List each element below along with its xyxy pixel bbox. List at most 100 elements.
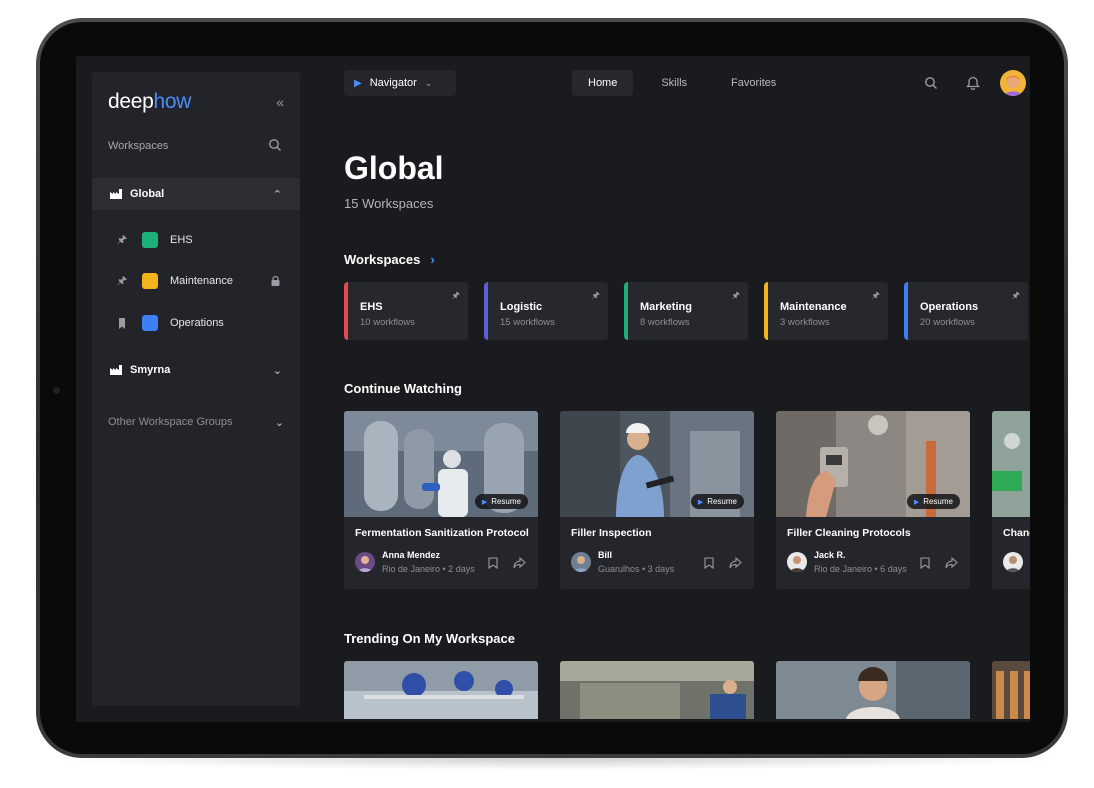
group-global[interactable]: Global ⌃ [92,178,300,210]
chevron-down-icon: ⌄ [272,364,282,377]
avatar [355,552,375,572]
share-icon[interactable] [945,557,958,569]
video-card[interactable]: Changi J R [992,411,1030,589]
workspace-card-logistic[interactable]: 🖈 Logistic 15 workflows [484,282,608,340]
navigator-label: Navigator [369,77,417,89]
video-card[interactable]: ▶ Resume Filler Inspection Bill Guarulhos… [560,411,754,589]
tab-home[interactable]: Home [572,70,634,96]
video-thumbnail[interactable] [992,411,1030,517]
workspace-card-maintenance[interactable]: 🖈 Maintenance 3 workflows [764,282,888,340]
workspace-card-count: 15 workflows [500,317,555,328]
trending-thumbnail[interactable] [344,661,538,719]
workspace-color-swatch [142,273,158,289]
group-smyrna[interactable]: Smyrna ⌄ [92,354,300,386]
workspace-card-count: 8 workflows [640,317,690,328]
sidebar-item-ehs[interactable]: 🖈 EHS [92,225,300,255]
group-name: Global [130,188,165,200]
search-icon[interactable] [924,76,938,90]
bookmark-icon[interactable] [920,557,930,569]
tablet-frame: deephow « Workspaces Global ⌃ 🖈 EHS 🖈 Ma… [36,18,1068,758]
user-avatar[interactable] [1000,70,1026,96]
tab-favorites[interactable]: Favorites [715,70,792,96]
workspace-card-count: 10 workflows [360,317,415,328]
app-logo[interactable]: deephow [108,90,191,114]
resume-button[interactable]: ▶ Resume [474,494,528,509]
tab-skills[interactable]: Skills [645,70,703,96]
pin-icon[interactable]: 🖈 [872,288,880,304]
lock-icon [271,276,280,286]
video-thumbnail[interactable]: ▶ Resume [560,411,754,517]
other-groups-label: Other Workspace Groups [108,416,233,428]
avatar [571,552,591,572]
pin-icon[interactable]: 🖈 [732,288,740,304]
share-icon[interactable] [729,557,742,569]
bookmark-icon[interactable] [116,317,128,329]
chevron-right-icon: › [430,252,435,267]
workspace-color-swatch [142,232,158,248]
resume-button[interactable]: ▶ Resume [690,494,744,509]
video-title: Changi [1003,527,1030,539]
workspace-card-count: 3 workflows [780,317,830,328]
bookmark-icon[interactable] [704,557,714,569]
pin-icon[interactable]: 🖈 [452,288,460,304]
app-screen: deephow « Workspaces Global ⌃ 🖈 EHS 🖈 Ma… [76,56,1030,722]
pin-icon[interactable]: 🖈 [1012,288,1020,304]
continue-watching-heading: Continue Watching [344,381,462,396]
workspace-card-operations[interactable]: 🖈 Operations 20 workflows [904,282,1028,340]
video-thumbnail[interactable]: ▶ Resume [344,411,538,517]
trending-thumbnail[interactable] [992,661,1030,719]
video-meta: Rio de Janeiro • 2 days [382,564,475,574]
video-author: Jack R. [814,550,846,560]
pin-icon[interactable]: 🖈 [116,272,128,291]
workspace-card-count: 20 workflows [920,317,975,328]
video-meta: Rio de Janeiro • 6 days [814,564,907,574]
trending-list [344,661,1030,719]
video-meta: Guarulhos • 3 days [598,564,675,574]
video-title: Filler Cleaning Protocols [787,527,911,539]
trending-thumbnail[interactable] [560,661,754,719]
video-thumbnail[interactable]: ▶ Resume [776,411,970,517]
factory-icon [110,365,122,375]
video-card[interactable]: ▶ Resume Fermentation Sanitization Protoc… [344,411,538,589]
continue-watching-list: ▶ Resume Fermentation Sanitization Protoc… [344,411,1030,589]
other-workspace-groups[interactable]: Other Workspace Groups ⌄ [108,416,284,429]
play-icon: ▶ [697,498,704,506]
resume-button[interactable]: ▶ Resume [906,494,960,509]
play-icon: ▶ [354,77,362,89]
sidebar: deephow « Workspaces Global ⌃ 🖈 EHS 🖈 Ma… [92,72,300,706]
pin-icon[interactable]: 🖈 [116,231,128,250]
camera-icon [53,387,60,394]
bookmark-icon[interactable] [488,557,498,569]
avatar [787,552,807,572]
sidebar-item-label: Maintenance [170,275,233,287]
search-icon[interactable] [268,138,282,152]
workspace-card-ehs[interactable]: 🖈 EHS 10 workflows [344,282,468,340]
chevron-up-icon: ⌃ [272,188,282,201]
play-icon: ▶ [481,498,488,506]
page-subtitle: 15 Workspaces [344,196,434,211]
workspace-color-swatch [142,315,158,331]
page-title: Global [344,150,444,186]
navigator-button[interactable]: ▶ Navigator ⌄ [344,70,456,96]
video-card[interactable]: ▶ Resume Filler Cleaning Protocols Jack R… [776,411,970,589]
collapse-sidebar-icon[interactable]: « [276,94,284,110]
group-name: Smyrna [130,364,171,376]
avatar [1003,552,1023,572]
play-icon: ▶ [913,498,920,506]
sidebar-item-operations[interactable]: Operations [92,308,300,338]
trending-thumbnail[interactable] [776,661,970,719]
bell-icon[interactable] [966,76,980,90]
chevron-down-icon: ⌄ [274,417,284,429]
sidebar-item-label: EHS [170,234,193,246]
workspace-card-marketing[interactable]: 🖈 Marketing 8 workflows [624,282,748,340]
sidebar-item-label: Operations [170,317,224,329]
pin-icon[interactable]: 🖈 [592,288,600,304]
video-author: Anna Mendez [382,550,441,560]
chevron-down-icon: ⌄ [424,77,433,88]
video-title: Fermentation Sanitization Protocol [355,527,529,539]
workspaces-label: Workspaces [108,140,169,152]
sidebar-item-maintenance[interactable]: 🖈 Maintenance [92,266,300,296]
share-icon[interactable] [513,557,526,569]
workspaces-heading[interactable]: Workspaces › [344,252,435,267]
factory-icon [110,189,122,199]
